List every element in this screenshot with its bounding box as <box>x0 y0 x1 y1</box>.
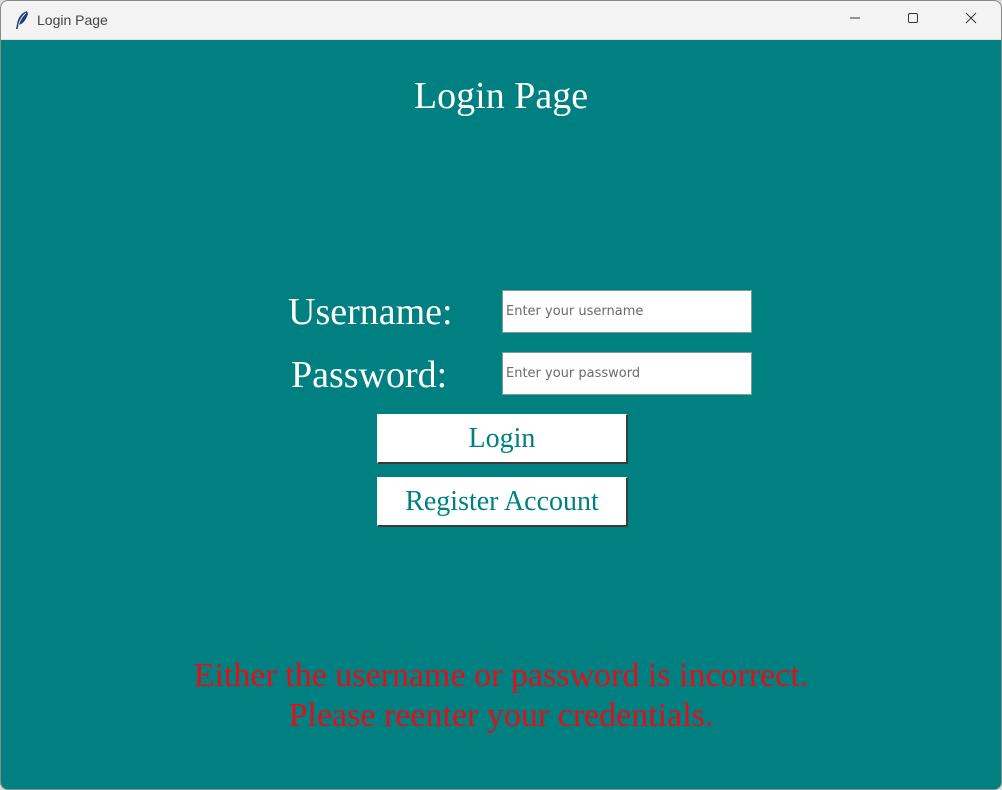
username-label: Username: <box>288 291 453 333</box>
register-account-button[interactable]: Register Account <box>377 477 628 527</box>
close-icon <box>965 11 977 29</box>
feather-icon <box>13 10 31 30</box>
error-message-line-1: Either the username or password is incor… <box>193 657 809 694</box>
login-panel: Login Page Username: Password: Login Reg… <box>1 40 1001 789</box>
window-title: Login Page <box>37 12 108 28</box>
app-window: Login Page Login Page Username: Password… <box>0 0 1002 790</box>
close-button[interactable] <box>942 1 1000 39</box>
title-bar[interactable]: Login Page <box>1 1 1001 40</box>
maximize-icon <box>907 11 919 29</box>
page-title: Login Page <box>413 75 589 117</box>
minimize-button[interactable] <box>826 1 884 39</box>
password-label: Password: <box>291 354 448 396</box>
error-message-line-2: Please reenter your credentials. <box>288 697 714 734</box>
minimize-icon <box>849 11 861 29</box>
login-button[interactable]: Login <box>377 414 628 464</box>
maximize-button[interactable] <box>884 1 942 39</box>
error-message: Either the username or password is incor… <box>1 656 1001 736</box>
username-input[interactable] <box>502 290 752 333</box>
password-input[interactable] <box>502 352 752 395</box>
